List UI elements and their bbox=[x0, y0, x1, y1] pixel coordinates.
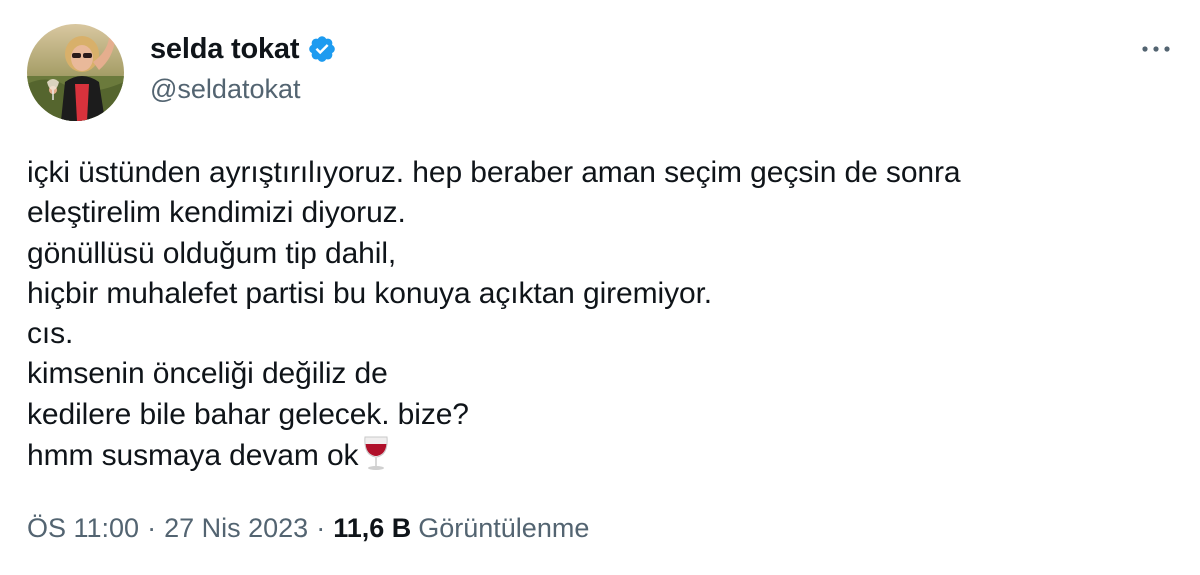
wine-glass-emoji bbox=[361, 435, 391, 471]
tweet-card: selda tokat @seldatokat içki üstünden ay… bbox=[0, 0, 1200, 575]
author-handle[interactable]: @seldatokat bbox=[150, 74, 301, 105]
tweet-text-line: hmm susmaya devam ok bbox=[27, 439, 359, 473]
tweet-text-line: kimsenin önceliği değiliz de bbox=[27, 357, 388, 391]
author-name-row: selda tokat bbox=[150, 31, 337, 67]
views-count: 11,6 B bbox=[333, 513, 412, 543]
tweet-text-last-line: hmm susmaya devam ok bbox=[27, 435, 1177, 476]
author-display-name[interactable]: selda tokat bbox=[150, 33, 300, 66]
tweet-text-line: eleştirelim kendimizi diyoruz. bbox=[27, 196, 406, 230]
tweet-text-line: içki üstünden ayrıştırılıyoruz. hep bera… bbox=[27, 156, 961, 189]
tweet-time[interactable]: ÖS 11:00 bbox=[27, 513, 139, 544]
tweet-date[interactable]: 27 Nis 2023 bbox=[164, 513, 308, 544]
avatar-photo bbox=[27, 24, 124, 121]
tweet-text-line: gönüllüsü olduğum tip dahil, bbox=[27, 236, 397, 270]
more-options-button[interactable] bbox=[1138, 34, 1174, 64]
views-label: Görüntülenme bbox=[418, 513, 590, 543]
tweet-meta: ÖS 11:00 · 27 Nis 2023 · 11,6 B Görüntül… bbox=[27, 513, 589, 544]
avatar[interactable] bbox=[27, 24, 124, 121]
tweet-text-line: cıs. bbox=[27, 317, 74, 351]
tweet-text: içki üstünden ayrıştırılıyoruz. hep bera… bbox=[27, 153, 1177, 476]
tweet-text-line: hiçbir muhalefet partisi bu konuya açıkt… bbox=[27, 276, 713, 310]
meta-separator: · bbox=[316, 513, 326, 543]
verified-badge-icon[interactable] bbox=[307, 34, 337, 64]
tweet-text-line: kedilere bile bahar gelecek. bize? bbox=[27, 397, 469, 431]
more-horizontal-icon bbox=[1142, 46, 1170, 52]
meta-separator: · bbox=[147, 513, 157, 543]
